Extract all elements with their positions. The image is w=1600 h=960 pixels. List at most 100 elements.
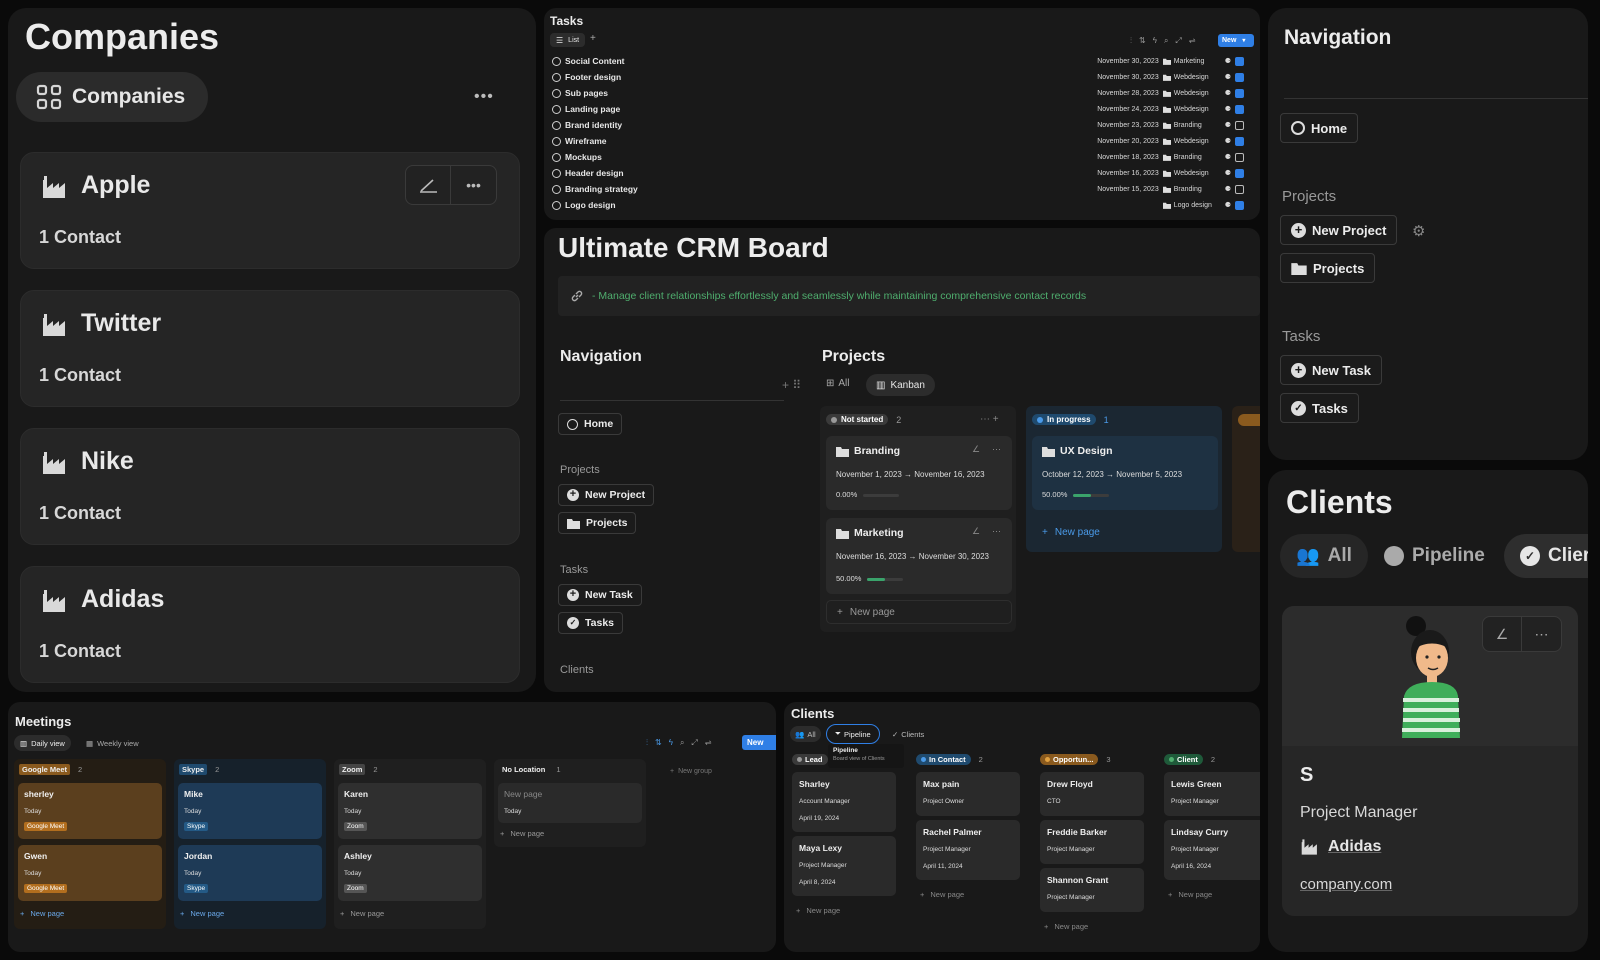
- new-page-button[interactable]: + New page: [796, 906, 840, 915]
- card-edit-icon[interactable]: ∠: [972, 444, 980, 455]
- tasks-new-button[interactable]: New ▾: [1218, 34, 1254, 47]
- company-card-nike[interactable]: Nike 1 Contact: [20, 428, 520, 545]
- pipeline-tab-pipeline[interactable]: ⏷ Pipeline: [826, 724, 880, 744]
- new-page-button[interactable]: + New page: [340, 909, 384, 918]
- search-icon[interactable]: ⌕: [1164, 36, 1168, 46]
- task-row[interactable]: Landing page November 24, 2023 Webdesign ⚈: [552, 101, 1252, 117]
- task-status-circle-icon[interactable]: [552, 184, 561, 194]
- meeting-card[interactable]: New page Today: [498, 783, 642, 823]
- expand-icon[interactable]: ⤢: [1175, 36, 1181, 46]
- task-done-checkbox[interactable]: [1235, 120, 1244, 130]
- task-done-checkbox[interactable]: [1235, 72, 1244, 82]
- client-card[interactable]: ∠ ⋯ S Project Manager Adidas company.com: [1282, 606, 1578, 916]
- task-row[interactable]: Sub pages November 28, 2023 Webdesign ⚈: [552, 85, 1252, 101]
- task-row[interactable]: Wireframe November 20, 2023 Webdesign ⚈: [552, 133, 1252, 149]
- tasks-add-view-button[interactable]: +: [590, 33, 596, 44]
- client-website[interactable]: company.com: [1300, 876, 1392, 893]
- task-project-tag[interactable]: Marketing: [1162, 58, 1221, 65]
- crm-nav-new-project[interactable]: + New Project: [558, 484, 655, 506]
- task-status-circle-icon[interactable]: [552, 136, 561, 146]
- task-project-tag[interactable]: Branding: [1162, 154, 1221, 161]
- meetings-tab-daily[interactable]: ▥ Daily view: [14, 735, 71, 751]
- client-card[interactable]: Sharley Account Manager April 19, 2024: [792, 772, 896, 832]
- task-project-tag[interactable]: Branding: [1162, 122, 1221, 129]
- new-page-button[interactable]: + New page: [920, 890, 964, 899]
- nav-new-task[interactable]: + New Task: [1280, 355, 1383, 385]
- gear-icon[interactable]: ⚙: [1412, 222, 1425, 240]
- task-done-checkbox[interactable]: [1235, 184, 1244, 194]
- projects-tab-all[interactable]: ⊞ All: [826, 378, 850, 389]
- client-card[interactable]: Maya Lexy Project Manager April 8, 2024: [792, 836, 896, 896]
- task-row[interactable]: Brand identity November 23, 2023 Branding ⚈: [552, 117, 1252, 133]
- project-card-branding[interactable]: Branding ∠ ⋯ November 1, 2023 → November…: [826, 436, 1012, 510]
- project-card-ux-design[interactable]: UX Design October 12, 2023 → November 5,…: [1032, 436, 1218, 510]
- crm-nav-new-task[interactable]: + New Task: [558, 584, 642, 606]
- add-icon[interactable]: +: [782, 378, 789, 392]
- crm-nav-projects[interactable]: Projects: [558, 512, 637, 534]
- task-done-checkbox[interactable]: [1235, 152, 1244, 162]
- company-card-adidas[interactable]: Adidas 1 Contact: [20, 566, 520, 683]
- automation-icon[interactable]: ϟ: [1153, 36, 1157, 46]
- settings-icon[interactable]: ⇌: [1189, 36, 1196, 46]
- task-status-circle-icon[interactable]: [552, 72, 561, 82]
- card-more-icon[interactable]: ⋯: [992, 444, 1001, 455]
- client-card[interactable]: Max pain Project Owner: [916, 772, 1020, 816]
- task-done-checkbox[interactable]: [1235, 88, 1244, 98]
- add-icon[interactable]: +: [993, 414, 999, 425]
- search-icon[interactable]: ⌕: [680, 738, 684, 748]
- task-status-circle-icon[interactable]: [552, 56, 561, 66]
- client-card[interactable]: Shannon Grant Project Manager: [1040, 868, 1144, 912]
- companies-view-tab[interactable]: Companies: [16, 72, 208, 122]
- task-status-circle-icon[interactable]: [552, 104, 561, 114]
- meeting-card[interactable]: Gwen Today Google Meet: [18, 845, 162, 901]
- card-more-icon[interactable]: ⋯: [992, 526, 1001, 537]
- task-row[interactable]: Footer design November 30, 2023 Webdesign ⚈: [552, 69, 1252, 85]
- task-project-tag[interactable]: Logo design: [1162, 202, 1221, 209]
- more-icon[interactable]: •••: [451, 166, 496, 204]
- edit-icon[interactable]: [406, 166, 452, 204]
- nav-home[interactable]: Home: [1280, 113, 1359, 143]
- meeting-card[interactable]: Jordan Today Skype: [178, 845, 322, 901]
- task-status-circle-icon[interactable]: [552, 200, 561, 210]
- nav-tasks[interactable]: ✓ Tasks: [1280, 393, 1359, 423]
- task-project-tag[interactable]: Webdesign: [1162, 90, 1221, 97]
- more-icon[interactable]: ⋯: [980, 414, 990, 425]
- task-project-tag[interactable]: Branding: [1162, 186, 1221, 193]
- meeting-card[interactable]: Ashley Today Zoom: [338, 845, 482, 901]
- chevron-down-icon[interactable]: ▾: [1242, 37, 1245, 44]
- crm-nav-tasks[interactable]: ✓ Tasks: [558, 612, 623, 634]
- automation-icon[interactable]: ϟ: [669, 738, 673, 748]
- project-card-marketing[interactable]: Marketing ∠ ⋯ November 16, 2023 → Novemb…: [826, 518, 1012, 594]
- new-page-button[interactable]: + New page: [826, 600, 1012, 624]
- task-row[interactable]: Social Content November 30, 2023 Marketing…: [552, 53, 1252, 69]
- clients-tab-pipeline[interactable]: Pipeline: [1384, 534, 1485, 578]
- meeting-card[interactable]: Mike Today Skype: [178, 783, 322, 839]
- client-card[interactable]: Lewis Green Project Manager: [1164, 772, 1260, 816]
- clients-tab-all[interactable]: 👥 All: [1280, 534, 1368, 578]
- sort-icon[interactable]: ⇅: [1139, 36, 1146, 46]
- sort-icon[interactable]: ⇅: [655, 738, 662, 748]
- task-done-checkbox[interactable]: [1235, 136, 1244, 146]
- task-row[interactable]: Logo design Logo design ⚈: [552, 197, 1252, 213]
- edit-icon[interactable]: ∠: [1483, 617, 1523, 651]
- tasks-view-list[interactable]: ☰ List: [550, 33, 586, 47]
- nav-projects[interactable]: Projects: [1280, 253, 1376, 283]
- meeting-card[interactable]: Karen Today Zoom: [338, 783, 482, 839]
- filter-icon[interactable]: ⫶: [646, 738, 648, 748]
- task-row[interactable]: Header design November 16, 2023 Webdesign ⚈: [552, 165, 1252, 181]
- meetings-new-button[interactable]: New: [742, 735, 776, 750]
- clients-tab-clients[interactable]: ✓ Clier: [1504, 534, 1588, 578]
- client-card[interactable]: Drew Floyd CTO: [1040, 772, 1144, 816]
- drag-handle-icon[interactable]: ⠿: [792, 378, 801, 392]
- card-edit-icon[interactable]: ∠: [972, 526, 980, 537]
- client-card[interactable]: Rachel Palmer Project Manager April 11, 20…: [916, 820, 1020, 880]
- new-page-button[interactable]: + New page: [1032, 520, 1218, 544]
- pipeline-tab-all[interactable]: 👥 All: [790, 726, 821, 742]
- meeting-card[interactable]: sherley Today Google Meet: [18, 783, 162, 839]
- companies-more-button[interactable]: •••: [474, 88, 494, 106]
- task-done-checkbox[interactable]: [1235, 168, 1244, 178]
- new-page-button[interactable]: + New page: [20, 909, 64, 918]
- task-status-circle-icon[interactable]: [552, 88, 561, 98]
- new-page-button[interactable]: + New page: [180, 909, 224, 918]
- meetings-tab-weekly[interactable]: ▦ Weekly view: [86, 735, 139, 751]
